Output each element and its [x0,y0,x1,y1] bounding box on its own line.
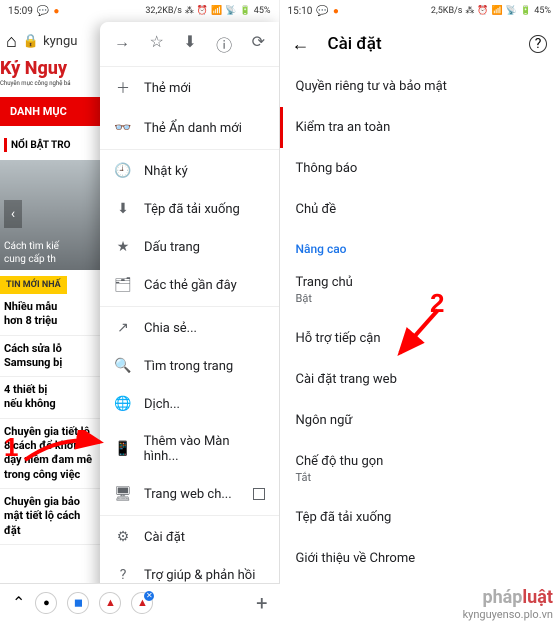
translate-icon: 🌐 [114,396,132,412]
menu-desktop-site[interactable]: 🖥Trang web ch... [100,475,279,513]
net-speed: 2,5KB/s [431,6,463,16]
gear-icon: ⚙ [114,529,132,545]
menu-recent-tabs[interactable]: 🗂Các thẻ gần đây [100,266,279,304]
phone-screen-right: 15:10 💬 ● 2,5KB/s ⁂ ⏰ 📶 📡 🔋 45% ← Cài đặ… [280,0,559,621]
url-box[interactable]: 🔒 kyngu [23,34,78,49]
net-speed: 32,2KB/s [145,6,182,16]
download-icon[interactable]: ⬇ [183,32,196,56]
phone-screen-left: 15:09 💬 ● 32,2KB/s ⁂ ⏰ 📶 📡 🔋 45% ⌂ 🔒 kyn… [0,0,280,621]
chrome-overflow-menu: → ☆ ⬇ ⓘ ⟳ ＋Thẻ mới 👓Thẻ Ẩn danh mới 🕘Nhậ… [100,22,279,594]
new-tab-plus-icon[interactable]: + [256,591,267,615]
status-time: 15:09 [8,6,33,17]
menu-add-homescreen[interactable]: 📱Thêm vào Màn hình... [100,423,279,475]
battery-pct: 45% [254,6,271,16]
setting-accessibility[interactable]: Hỗ trợ tiếp cận [280,318,559,359]
menu-bookmarks[interactable]: ★Dấu trang [100,228,279,266]
incognito-icon: 👓 [114,120,132,136]
menu-new-tab[interactable]: ＋Thẻ mới [100,67,279,109]
star-icon[interactable]: ☆ [149,32,163,56]
article-link[interactable]: 4 thiết bị nếu không [0,377,100,419]
setting-privacy[interactable]: Quyền riêng tư và bảo mật [280,66,559,107]
home-icon[interactable]: ⌂ [6,31,17,52]
search-icon: 🔍 [114,358,132,374]
phone-icon: 📱 [114,441,132,457]
menu-find[interactable]: 🔍Tìm trong trang [100,347,279,385]
latest-news-badge: TIN MỚI NHẤ [0,276,67,294]
menu-incognito[interactable]: 👓Thẻ Ẩn danh mới [100,109,279,147]
article-link[interactable]: Nhiều mẫu hơn 8 triệu [0,294,100,336]
alarm-icon: ⏰ [197,6,208,16]
reload-icon[interactable]: ⟳ [252,32,265,56]
share-icon: ↗ [114,320,132,336]
article-link[interactable]: Chuyên gia bảo mật tiết lộ cách đặt [0,489,100,545]
wifi-icon: 📡 [506,6,517,16]
bottom-tab-bar: ⌃ ● ◼ ▲ ▲ + [0,583,280,621]
forward-icon[interactable]: → [114,32,130,56]
setting-notifications[interactable]: Thông báo [280,148,559,189]
article-link[interactable]: Cách sửa lỗSamsung bị [0,336,100,378]
signal-icon: 📶 [492,6,503,16]
messenger-icon: 💬 [37,6,49,17]
menu-downloads[interactable]: ⬇Tệp đã tải xuống [100,190,279,228]
category-button[interactable]: DANH MỤC [0,97,100,126]
setting-safety-check[interactable]: Kiểm tra an toàn [280,107,559,148]
menu-settings[interactable]: ⚙Cài đặt [100,518,279,556]
chevron-left-icon[interactable]: ‹ [4,200,22,228]
bt-icon: ⁂ [465,6,474,16]
featured-heading: NỔI BẬT TRO [0,138,100,152]
settings-header: ← Cài đặt ? [280,22,559,66]
tab-icon[interactable]: ▲ [131,592,153,614]
chevron-up-icon[interactable]: ⌃ [12,593,25,612]
download-icon: ⬇ [114,201,132,217]
setting-language[interactable]: Ngôn ngữ [280,400,559,441]
setting-theme[interactable]: Chủ đề [280,189,559,230]
setting-about[interactable]: Giới thiệu về Chrome [280,538,559,579]
page-title: Cài đặt [328,34,512,54]
lock-icon: 🔒 [23,34,39,49]
app-icon: ● [53,6,59,17]
menu-share[interactable]: ↗Chia sẻ... [100,309,279,347]
menu-translate[interactable]: 🌐Dịch... [100,385,279,423]
hero-caption: Cách tìm kiế cung cấp th [4,240,59,266]
setting-site-settings[interactable]: Cài đặt trang web [280,359,559,400]
battery-icon: 🔋 [520,6,531,16]
status-bar: 15:09 💬 ● 32,2KB/s ⁂ ⏰ 📶 📡 🔋 45% [0,0,279,22]
help-icon[interactable]: ? [529,35,547,53]
desktop-icon: 🖥 [114,486,132,502]
tab-icon[interactable]: ▲ [99,592,121,614]
setting-lite-mode[interactable]: Chế độ thu gọn Tắt [280,441,559,497]
wifi-icon: 📡 [225,6,236,16]
help-icon: ? [114,567,132,583]
watermark: phápluật kynguyenso.plo.vn [463,587,553,621]
menu-top-actions: → ☆ ⬇ ⓘ ⟳ [100,22,279,67]
battery-icon: 🔋 [240,6,251,16]
status-time: 15:10 [288,6,313,17]
signal-icon: 📶 [211,6,222,16]
setting-homepage[interactable]: Trang chủ Bật [280,262,559,318]
back-arrow-icon[interactable]: ← [292,34,310,55]
hero-image[interactable]: ‹ Cách tìm kiế cung cấp th [0,160,100,270]
tab-icon[interactable]: ● [35,592,57,614]
tab-icon[interactable]: ◼ [67,592,89,614]
tabs-icon: 🗂 [114,277,132,293]
section-advanced: Nâng cao [280,230,559,262]
bt-icon: ⁂ [185,6,194,16]
history-icon: 🕘 [114,163,132,179]
menu-history[interactable]: 🕘Nhật ký [100,152,279,190]
site-logo: Kỷ Nguy Chuyên mục công nghệ bá [0,60,100,87]
app-icon: ● [333,6,339,17]
checkbox-icon[interactable] [253,488,265,500]
plus-icon: ＋ [114,78,132,98]
url-text: kyngu [43,34,77,49]
status-bar: 15:10 💬 ● 2,5KB/s ⁂ ⏰ 📶 📡 🔋 45% [280,0,559,22]
info-icon[interactable]: ⓘ [216,32,232,56]
article-link[interactable]: Chuyên gia tiết lộ 8 cách để khơi dậy ni… [0,419,100,489]
page-content-behind: Kỷ Nguy Chuyên mục công nghệ bá DANH MỤC… [0,60,100,545]
alarm-icon: ⏰ [477,6,488,16]
setting-downloads[interactable]: Tệp đã tải xuống [280,497,559,538]
battery-pct: 45% [534,6,551,16]
messenger-icon: 💬 [316,6,328,17]
bookmark-icon: ★ [114,239,132,255]
